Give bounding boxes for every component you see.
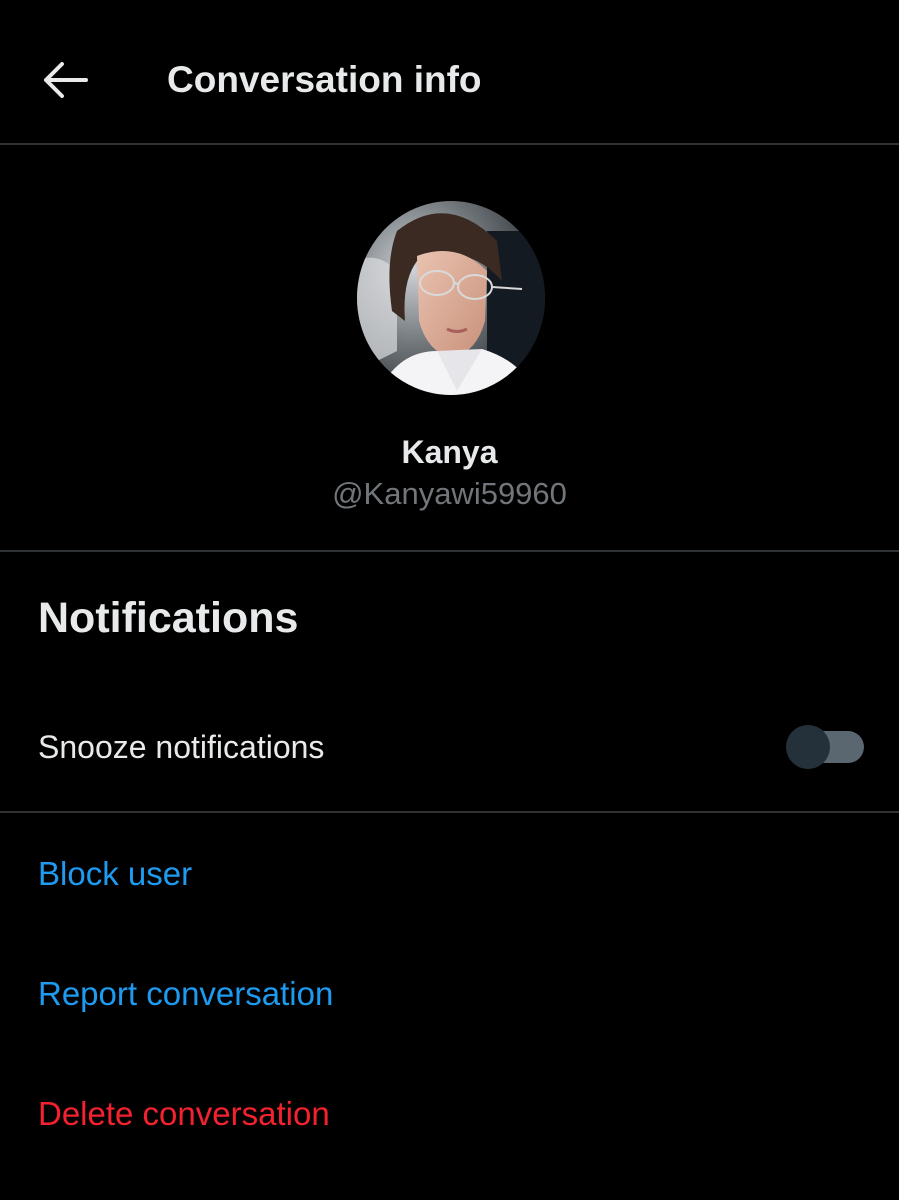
top-app-bar: Conversation info: [0, 0, 899, 145]
avatar-image: [357, 201, 545, 395]
snooze-notifications-label: Snooze notifications: [38, 729, 325, 765]
profile-handle: @Kanyawi59960: [332, 476, 567, 511]
delete-conversation-button[interactable]: Delete conversation: [38, 1092, 330, 1136]
back-button[interactable]: [30, 52, 100, 108]
page-title: Conversation info: [167, 59, 482, 100]
snooze-notifications-toggle[interactable]: [786, 725, 866, 769]
block-user-button[interactable]: Block user: [38, 852, 192, 896]
profile-name: Kanya: [401, 434, 498, 470]
snooze-notifications-row[interactable]: Snooze notifications: [0, 688, 899, 813]
notifications-heading: Notifications: [38, 594, 299, 642]
report-conversation-button[interactable]: Report conversation: [38, 972, 333, 1016]
arrow-left-icon: [44, 62, 88, 98]
toggle-knob: [786, 725, 830, 769]
avatar[interactable]: [357, 201, 545, 395]
profile-section: Kanya @Kanyawi59960: [0, 145, 899, 552]
